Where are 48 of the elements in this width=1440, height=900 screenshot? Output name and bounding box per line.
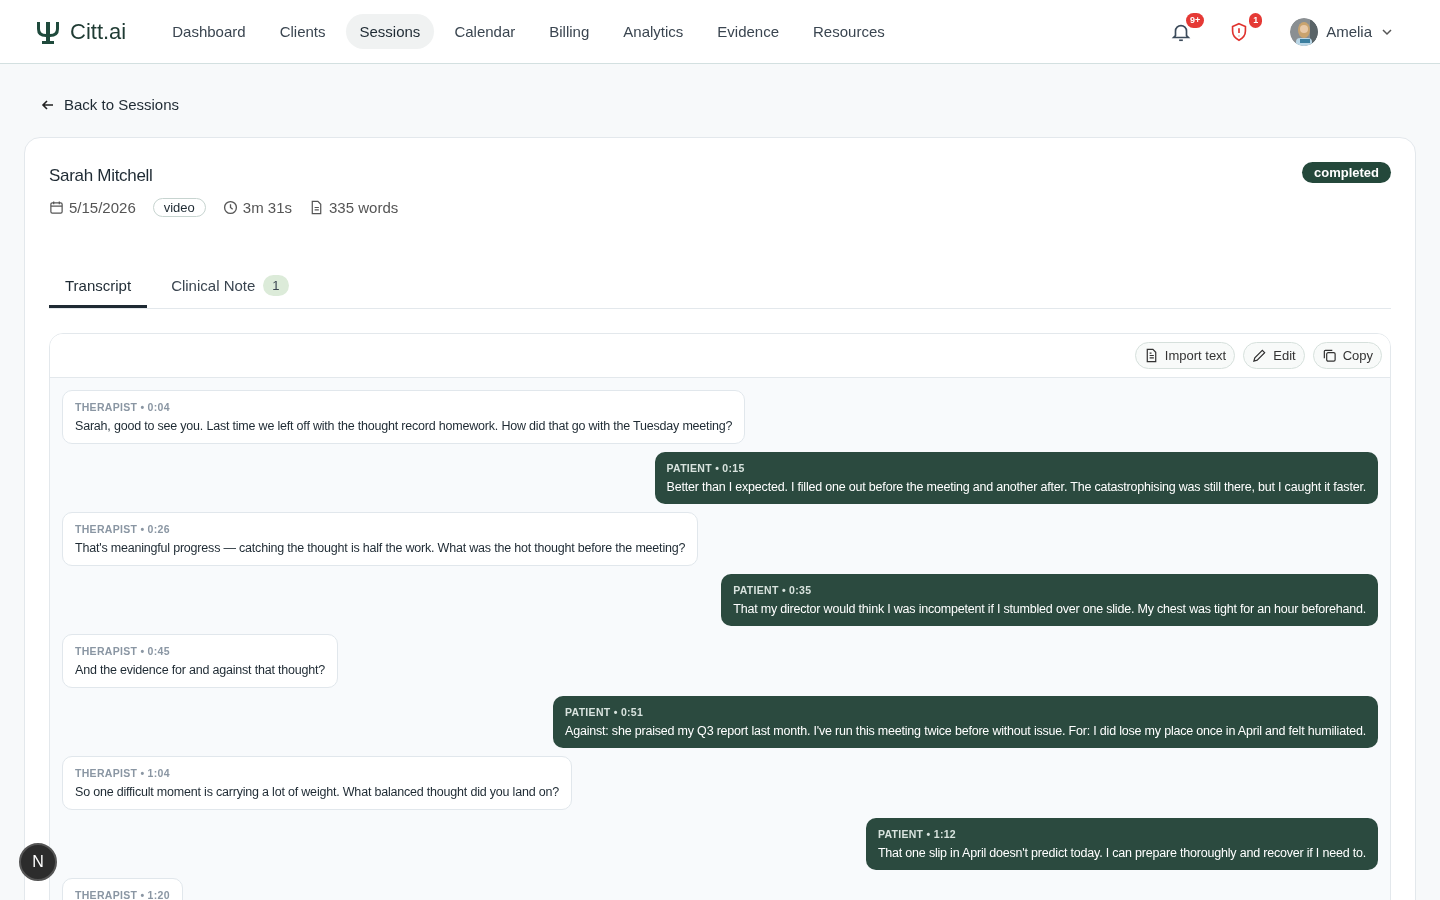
document-icon (309, 200, 324, 215)
tab[interactable]: Clinical Note 1 (155, 267, 305, 308)
back-link[interactable]: Back to Sessions (40, 96, 180, 113)
alert-count: 1 (1249, 12, 1263, 28)
brand-name: Citt.ai (70, 18, 127, 45)
word-count: 335 words (329, 199, 399, 216)
calendar-icon (49, 200, 64, 215)
message-text: Sarah, good to see you. Last time we left off with the thought record homework. How did that go with the Tuesday meeting? (75, 419, 733, 433)
alerts-button[interactable]: 1 (1226, 12, 1263, 45)
nav-link[interactable]: Clients (265, 14, 340, 49)
nav-link[interactable]: Sessions (345, 14, 435, 49)
speaker-label: PATIENT • 0:15 (666, 462, 746, 474)
nav-link[interactable]: Evidence (703, 14, 794, 49)
speaker-label: THERAPIST • 0:04 (75, 401, 171, 413)
message-text: Better than I expected. I filled one out before the meeting and another after. The catastrophising was still there, but I caught it faster. (666, 480, 1366, 494)
nav-link[interactable]: Dashboard (158, 14, 260, 49)
clock-icon (222, 200, 238, 215)
message-text: And the evidence for and against that thought? (75, 663, 326, 677)
speaker-label: PATIENT • 1:12 (877, 828, 957, 840)
copy-button[interactable]: Copy (1312, 342, 1382, 369)
message-text: So one difficult moment is carrying a lot of weight. What balanced thought did you land on? (75, 785, 559, 799)
message-text: Against: she praised my Q3 report last month. I've run this meeting twice before without issue. For: I did lose my place once in April and felt humiliated. (565, 724, 1366, 738)
copy-icon (1321, 348, 1337, 363)
nav-link[interactable]: Analytics (609, 14, 698, 49)
notification-count: 9+ (1185, 12, 1205, 28)
nav-link[interactable]: Billing (535, 14, 604, 49)
user-menu[interactable]: Amelia (1290, 17, 1394, 46)
speaker-label: PATIENT • 0:35 (733, 584, 813, 596)
message-text: That's meaningful progress — catching the thought is half the work. What was the hot thought before the meeting? (75, 541, 686, 555)
session-date: 5/15/2026 (69, 199, 136, 216)
client-name: Sarah Mitchell (49, 166, 154, 186)
import-text-button[interactable]: Import text (1134, 342, 1236, 369)
speaker-label: THERAPIST • 0:45 (75, 645, 171, 657)
message-text: That one slip in April doesn't predict today. I can prepare thoroughly and recover if I need to. (877, 846, 1366, 860)
floating-button[interactable]: N (19, 843, 57, 881)
speaker-label: THERAPIST • 0:26 (75, 523, 171, 535)
nav-link[interactable]: Resources (799, 14, 899, 49)
pencil-icon (1252, 348, 1268, 363)
speaker-label: PATIENT • 0:51 (565, 706, 645, 718)
message-text: That my director would think I was incompetent if I stumbled over one slide. My chest was tight for an hour beforehand. (733, 602, 1366, 616)
edit-button[interactable]: Edit (1243, 342, 1305, 369)
notifications-button[interactable]: 9+ (1168, 12, 1205, 45)
speaker-label: THERAPIST • 1:20 (75, 889, 170, 900)
session-duration: 3m 31s (242, 199, 292, 216)
speaker-label: THERAPIST • 1:04 (75, 767, 171, 779)
nav-link[interactable]: Calendar (440, 14, 530, 49)
status-badge: completed (1302, 162, 1391, 183)
tab[interactable]: Transcript (49, 267, 148, 308)
